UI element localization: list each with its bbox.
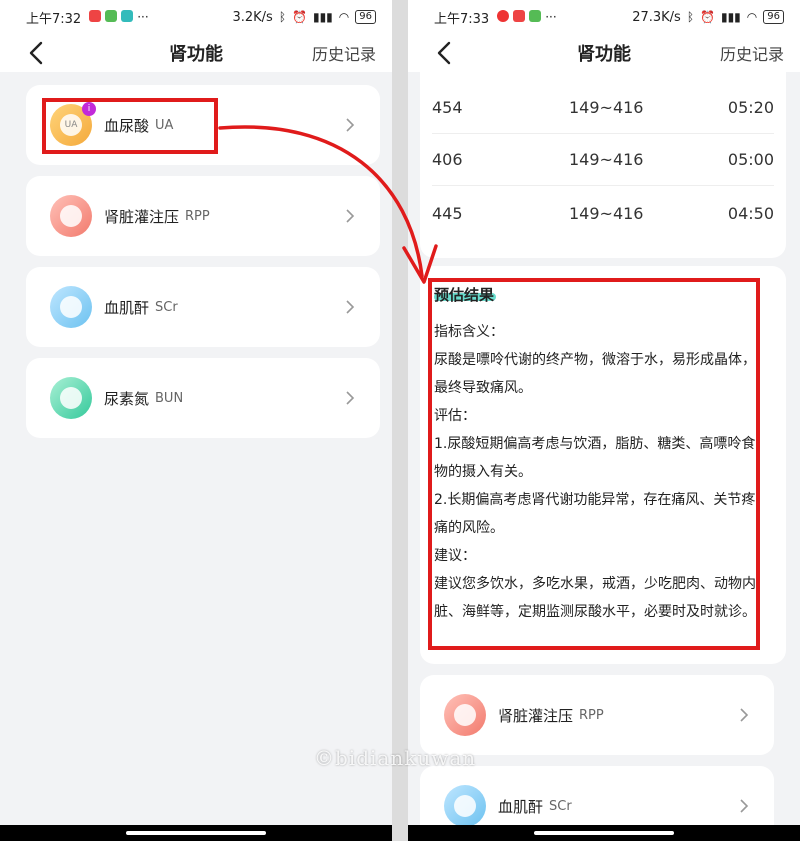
item-name: 肾脏灌注压 [498,706,574,725]
nav-bar: 肾功能 历史记录 [0,34,392,72]
signal-icon: ▮▮▮ [720,10,741,24]
status-bar: 上午7:32 ··· 3.2K/s ᛒ ⏰ ▮▮▮ ◠ 96 [0,0,392,34]
app-icon [529,10,542,22]
reference-range: 149~416 [569,150,644,169]
bluetooth-icon: ᛒ [278,10,287,24]
battery-icon: 96 [763,10,784,24]
table-row: 406 149~416 05:00 [432,134,774,186]
chevron-right-icon [346,118,355,132]
status-time: 上午7:33 [434,11,490,27]
chevron-right-icon [346,300,355,314]
status-bar: 上午7:33 ··· 27.3K/s ᛒ ⏰ ▮▮▮ ◠ 96 [408,0,800,34]
app-icon [105,10,118,22]
item-abbr: RPP [185,208,210,224]
news-app-icon [89,10,102,22]
chevron-right-icon [346,391,355,405]
item-name: 血肌酐 [104,298,150,317]
item-name: 尿素氮 [104,389,150,408]
signal-icon: ▮▮▮ [312,10,333,24]
item-name: 血肌酐 [498,797,544,816]
record-time: 04:50 [727,203,774,223]
indicator-item-bun[interactable]: 尿素氮 BUN [26,358,380,438]
chevron-right-icon [740,799,749,813]
urea-nitrogen-icon [50,377,92,419]
chevron-right-icon [346,209,355,223]
icon-inner [60,296,82,318]
icon-inner [60,205,82,227]
home-indicator[interactable] [534,831,674,835]
icon-inner [454,704,476,726]
notification-icons: ··· [497,10,557,24]
history-button[interactable]: 历史记录 [312,41,376,65]
item-abbr: BUN [155,390,184,406]
battery-icon: 96 [355,10,376,24]
highlight-box [42,98,218,154]
app-icon [121,10,134,22]
kidney-icon [50,195,92,237]
record-table: 454 149~416 05:20 406 149~416 05:00 445 … [420,72,786,258]
indicator-item-rpp[interactable]: 肾脏灌注压 RPP [420,675,774,755]
network-speed: 3.2K/s [232,9,273,25]
icon-inner [60,387,82,409]
network-speed: 27.3K/s [632,9,681,25]
record-value: 454 [432,98,463,117]
chevron-right-icon [740,708,749,722]
left-screen: 上午7:32 ··· 3.2K/s ᛒ ⏰ ▮▮▮ ◠ 96 肾功能 历史记录 … [0,0,392,841]
news-app-icon [513,10,526,22]
more-notifications-icon: ··· [137,10,149,24]
alarm-icon: ⏰ [700,10,715,24]
item-name: 肾脏灌注压 [104,207,180,226]
creatinine-icon [50,286,92,328]
kidney-icon [444,694,486,736]
record-value: 406 [432,150,463,169]
reference-range: 149~416 [569,98,644,117]
icon-inner [454,795,476,817]
creatinine-icon [444,785,486,827]
right-screen: 上午7:33 ··· 27.3K/s ᛒ ⏰ ▮▮▮ ◠ 96 肾功能 历史记录… [408,0,800,841]
wifi-icon: ◠ [746,10,758,24]
nav-bar: 肾功能 历史记录 [408,34,800,72]
table-row: 445 149~416 04:50 [432,187,774,239]
app-icon [497,10,510,22]
history-button[interactable]: 历史记录 [720,41,784,65]
notification-icons: ··· [89,10,149,24]
indicator-item-rpp[interactable]: 肾脏灌注压 RPP [26,176,380,256]
highlight-box [428,278,760,650]
indicator-item-scr[interactable]: 血肌酐 SCr [26,267,380,347]
record-time: 05:00 [727,150,774,169]
bluetooth-icon: ᛒ [686,10,695,24]
item-abbr: SCr [549,798,572,814]
record-time: 05:20 [727,98,774,117]
record-value: 445 [432,203,463,223]
home-indicator[interactable] [126,831,266,835]
alarm-icon: ⏰ [292,10,307,24]
status-time: 上午7:32 [26,11,82,27]
wifi-icon: ◠ [338,10,350,24]
item-abbr: RPP [579,707,604,723]
more-notifications-icon: ··· [545,10,557,24]
reference-range: 149~416 [569,203,644,223]
item-abbr: SCr [155,299,178,315]
table-row: 454 149~416 05:20 [432,82,774,134]
watermark: ©bidiankuwan [314,746,477,770]
gesture-bar [408,825,800,841]
gesture-bar [0,825,392,841]
